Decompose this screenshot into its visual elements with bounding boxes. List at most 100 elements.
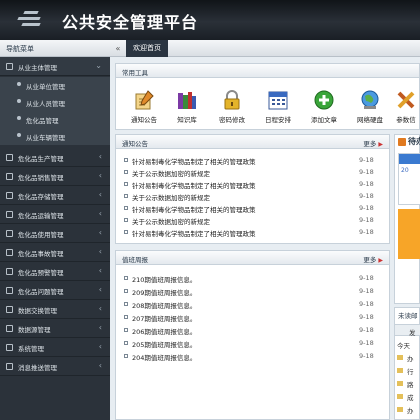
- bullet-icon: [124, 206, 128, 210]
- folder-icon: [6, 306, 13, 313]
- list-item[interactable]: 207期值班周报信息。 9-18: [124, 312, 384, 323]
- panel-title: 常用工具: [122, 69, 148, 77]
- user-group-icon: [16, 133, 22, 139]
- tool-label: 密码修改: [219, 116, 245, 124]
- mail-row[interactable]: 行: [397, 366, 420, 376]
- app-title: 公共安全管理平台: [62, 13, 199, 32]
- tool-label: 参数信: [396, 116, 416, 124]
- mail-table-header: 发: [395, 324, 420, 337]
- sidebar-group-accidents[interactable]: 危化品事故管理 ‹: [0, 243, 110, 262]
- list-item[interactable]: 针对易制毒化学物品制定了相关的管理政策 9-18: [124, 155, 384, 166]
- sidebar-group-sales[interactable]: 危化品销售管理 ‹: [0, 167, 110, 186]
- sidebar-group-label: 危化品生产管理: [18, 155, 64, 163]
- chevron-left-icon: ‹: [98, 190, 102, 199]
- folder-icon: [6, 344, 13, 351]
- sidebar-group-label: 数据源管理: [18, 326, 51, 334]
- mail-icon: [397, 355, 403, 360]
- folder-icon: [6, 268, 13, 275]
- bullet-icon: [124, 158, 128, 162]
- chevron-left-icon: ‹: [98, 285, 102, 294]
- tool-network-disk[interactable]: 网络硬盘: [348, 89, 392, 124]
- bullet-icon: [124, 194, 128, 198]
- collapse-sidebar-button[interactable]: «: [112, 43, 124, 54]
- folder-icon: [6, 287, 13, 294]
- list-item[interactable]: 208期值班周报信息。 9-18: [124, 299, 384, 310]
- list-item[interactable]: 205期值班周报信息。 9-18: [124, 338, 384, 349]
- chevron-left-icon: ‹: [98, 152, 102, 161]
- bullet-icon: [124, 328, 128, 332]
- list-item[interactable]: 206期值班周报信息。 9-18: [124, 325, 384, 336]
- globe-disk-icon: [359, 89, 381, 111]
- todo-title: 待办: [408, 137, 420, 146]
- chevron-left-icon: ‹: [98, 361, 102, 370]
- folder-icon: [6, 230, 13, 237]
- sidebar-group-production[interactable]: 危化品生产管理 ‹: [0, 148, 110, 167]
- sidebar-group-push-messages[interactable]: 消息推送管理 ‹: [0, 357, 110, 376]
- padlock-icon: [221, 89, 243, 111]
- list-item[interactable]: 210期值班周报信息。 9-18: [124, 273, 384, 284]
- sidebar-group-label: 危化品事故管理: [18, 250, 64, 258]
- sidebar-group-system[interactable]: 系统管理 ‹: [0, 338, 110, 357]
- mail-row[interactable]: 办: [397, 405, 420, 415]
- list-item[interactable]: 关于公示数据加密的新规定 9-18: [124, 167, 384, 178]
- more-label: 更多: [363, 140, 377, 148]
- list-item[interactable]: 关于公示数据加密的新规定 9-18: [124, 215, 384, 226]
- sidebar-group-transport[interactable]: 危化品运输管理 ‹: [0, 205, 110, 224]
- mail-icon: [397, 381, 403, 386]
- list-item[interactable]: 关于公示数据加密的新规定 9-18: [124, 191, 384, 202]
- sidebar: 从业主体管理 ⌄ 从业单位管理 从业人员管理 危化品管理 从业车辆管理 危化品生…: [0, 57, 110, 420]
- sidebar-group-warnings[interactable]: 危化品预警管理 ‹: [0, 262, 110, 281]
- folder-icon: [6, 63, 13, 70]
- chevron-left-icon: ‹: [98, 304, 102, 313]
- folder-icon: [6, 211, 13, 218]
- sidebar-group-data-exchange[interactable]: 数据交换管理 ‹: [0, 300, 110, 319]
- tool-parameters[interactable]: 参数信: [392, 89, 420, 124]
- bullet-icon: [124, 341, 128, 345]
- todo-date-card[interactable]: 20: [398, 153, 420, 205]
- add-plus-icon: [313, 89, 335, 111]
- tool-add-article[interactable]: 添加文章: [302, 89, 346, 124]
- list-item[interactable]: 针对易制毒化学物品制定了相关的管理政策 9-18: [124, 179, 384, 190]
- duty-weekly-panel: 值班周报 更多 ▶ 210期值班周报信息。 9-18 209期值班周报信息。 9-18…: [115, 250, 390, 420]
- sidebar-item-vehicles[interactable]: 从业车辆管理: [0, 128, 110, 145]
- mail-row[interactable]: 办: [397, 353, 420, 363]
- sidebar-group-entity-management[interactable]: 从业主体管理 ⌄: [0, 57, 110, 76]
- sidebar-group-label: 危化品预警管理: [18, 269, 64, 277]
- chevron-left-icon: ‹: [98, 171, 102, 180]
- panel-title: 通知公告: [122, 140, 148, 148]
- sidebar-item-company[interactable]: 从业单位管理: [0, 77, 110, 94]
- tool-label: 通知公告: [131, 116, 157, 124]
- sidebar-group-storage[interactable]: 危化品存储管理 ‹: [0, 186, 110, 205]
- nav-menu-caption: 导航菜单: [6, 45, 34, 53]
- todo-highlight[interactable]: [398, 209, 420, 259]
- sidebar-group-label: 危化品问题管理: [18, 288, 64, 296]
- mail-row[interactable]: 路: [397, 379, 420, 389]
- list-item[interactable]: 针对易制毒化学物品制定了相关的管理政策 9-18: [124, 203, 384, 214]
- sidebar-group-data-source[interactable]: 数据源管理 ‹: [0, 319, 110, 338]
- tool-schedule[interactable]: 日程安排: [256, 89, 300, 124]
- tab-welcome-home[interactable]: 欢迎首页: [126, 40, 168, 57]
- folder-icon: [6, 249, 13, 256]
- main-content: 常用工具 通知公告 知识库 密码修改 日程安排 添加文章 网络硬盘 参数信 通知…: [110, 57, 420, 420]
- sidebar-item-chemicals[interactable]: 危化品管理: [0, 111, 110, 128]
- chevron-left-icon: ‹: [98, 247, 102, 256]
- bullet-icon: [124, 354, 128, 358]
- tool-notice[interactable]: 通知公告: [122, 89, 166, 124]
- tool-change-password[interactable]: 密码修改: [210, 89, 254, 124]
- sidebar-group-label: 危化品销售管理: [18, 174, 64, 182]
- tool-knowledge-base[interactable]: 知识库: [165, 89, 209, 124]
- list-item[interactable]: 204期值班周报信息。 9-18: [124, 351, 384, 362]
- more-link[interactable]: 更多 ▶: [363, 254, 383, 264]
- todo-icon: [398, 138, 406, 146]
- sidebar-group-label: 消息推送管理: [18, 364, 57, 372]
- mail-row[interactable]: 成: [397, 392, 420, 402]
- sidebar-item-staff[interactable]: 从业人员管理: [0, 94, 110, 111]
- more-link[interactable]: 更多 ▶: [363, 138, 383, 148]
- sidebar-group-usage[interactable]: 危化品使用管理 ‹: [0, 224, 110, 243]
- sidebar-group-issues[interactable]: 危化品问题管理 ‹: [0, 281, 110, 300]
- list-item[interactable]: 针对易制毒化学物品制定了相关的管理政策 9-18: [124, 227, 384, 238]
- list-item[interactable]: 209期值班周报信息。 9-18: [124, 286, 384, 297]
- notices-panel: 通知公告 更多 ▶ 针对易制毒化学物品制定了相关的管理政策 9-18 关于公示数据加…: [115, 134, 390, 244]
- sidebar-group-label: 从业主体管理: [18, 64, 57, 72]
- mail-icon: [397, 394, 403, 399]
